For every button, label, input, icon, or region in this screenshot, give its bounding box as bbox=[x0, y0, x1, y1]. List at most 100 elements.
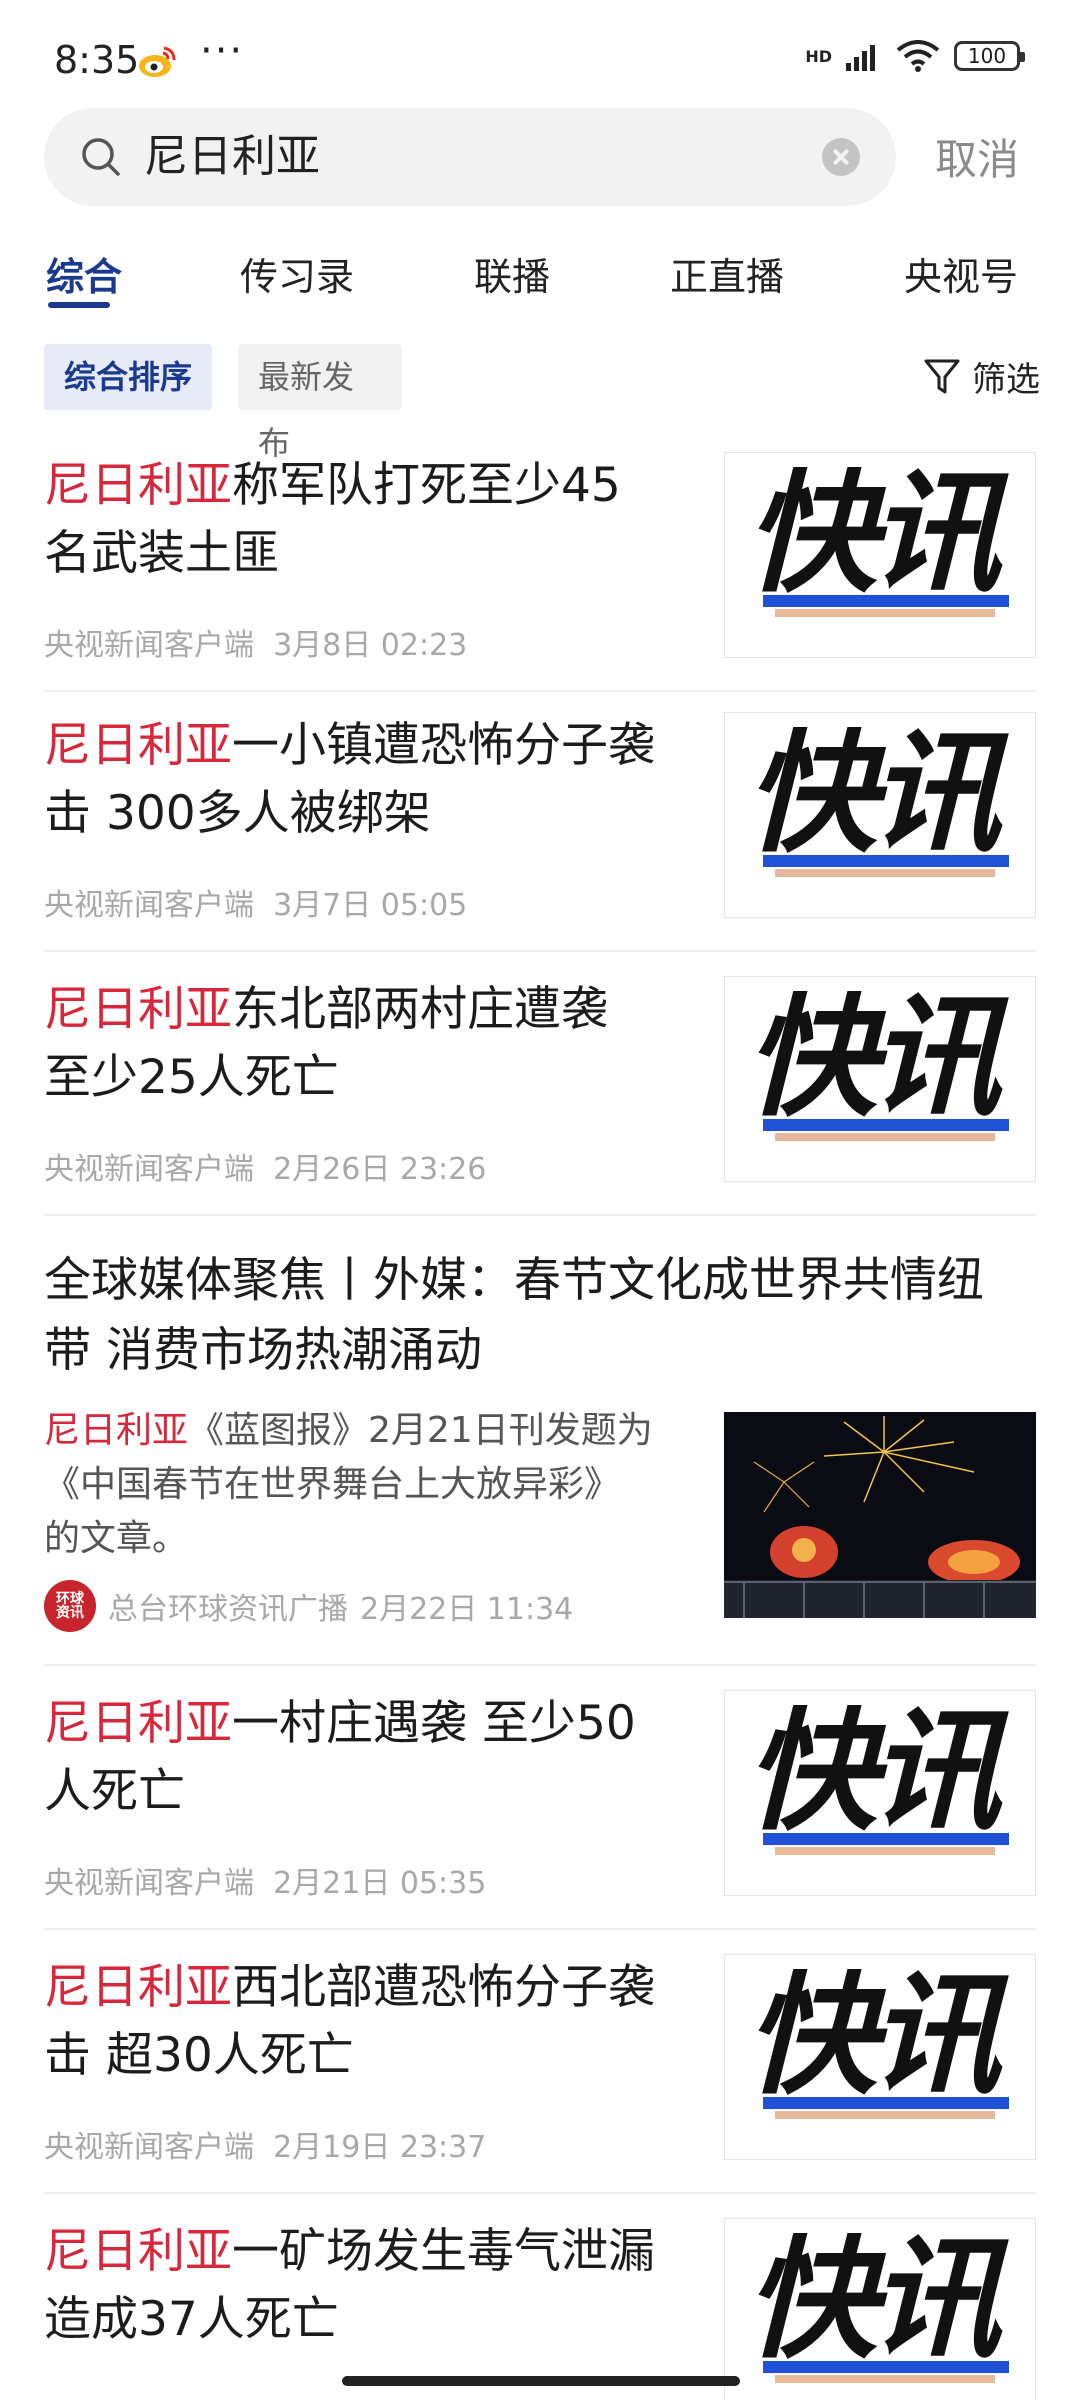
title-text: 人死亡 bbox=[44, 1764, 185, 1819]
news-time: 3月7日 05:05 bbox=[273, 888, 468, 923]
news-item[interactable]: 尼日利亚一矿场发生毒气泄漏 造成37人死亡 快讯 bbox=[44, 2218, 1036, 2400]
kuaixun-logo-image: 快讯 bbox=[745, 1705, 1017, 1855]
news-source: 央视新闻客户端 bbox=[44, 1152, 254, 1187]
logo-text: 快讯 bbox=[745, 2233, 1009, 2377]
category-tabs: 综合 传习录 联播 正直播 央视号 bbox=[0, 236, 1080, 316]
news-item[interactable]: 尼日利亚一小镇遭恐怖分子袭击 300多人被绑架 央视新闻客户端 3月7日 05:… bbox=[44, 712, 1036, 924]
battery-level: 100 bbox=[967, 44, 1007, 68]
news-title: 尼日利亚一小镇遭恐怖分子袭击 300多人被绑架 bbox=[44, 712, 694, 848]
search-input[interactable]: 尼日利亚 bbox=[144, 128, 320, 186]
fireworks-image bbox=[724, 1412, 1036, 1618]
news-time: 2月21日 05:35 bbox=[273, 1866, 487, 1901]
source-logo-text: 资讯 bbox=[56, 1605, 84, 1621]
news-meta: 央视新闻客户端 2月21日 05:35 bbox=[44, 1858, 486, 1902]
filter-button[interactable]: 筛选 bbox=[924, 352, 1040, 401]
tab-lianbo[interactable]: 联播 bbox=[474, 246, 550, 301]
keyword-highlight: 尼日利亚 bbox=[44, 458, 232, 513]
news-time: 2月22日 11:34 bbox=[360, 1592, 574, 1627]
weibo-icon bbox=[139, 46, 176, 77]
wifi-icon bbox=[896, 40, 940, 72]
news-title: 尼日利亚西北部遭恐怖分子袭击 超30人死亡 bbox=[44, 1954, 694, 2090]
news-thumbnail: 快讯 bbox=[724, 712, 1036, 918]
title-text: 西北部遭恐怖分子袭 bbox=[232, 1960, 655, 2015]
news-title: 尼日利亚一村庄遇袭 至少50 人死亡 bbox=[44, 1690, 694, 1826]
news-meta: 央视新闻客户端 2月19日 23:37 bbox=[44, 2122, 486, 2166]
title-text: 击 300多人被绑架 bbox=[44, 786, 431, 841]
title-text: 一村庄遇袭 至少50 bbox=[232, 1696, 636, 1751]
news-meta: 央视新闻客户端 3月7日 05:05 bbox=[44, 880, 467, 924]
summary-text: 《中国春节在世界舞台上大放异彩》 bbox=[44, 1464, 621, 1505]
news-time: 3月8日 02:23 bbox=[273, 628, 468, 663]
featured-title: 全球媒体聚焦丨外媒：春节文化成世界共情纽带 消费市场热潮涌动 bbox=[44, 1246, 1036, 1386]
tab-live[interactable]: 正直播 bbox=[670, 246, 784, 301]
sort-comprehensive-button[interactable]: 综合排序 bbox=[44, 344, 212, 410]
title-text: 击 超30人死亡 bbox=[44, 2028, 354, 2083]
title-text: 带 消费市场热潮涌动 bbox=[44, 1323, 482, 1378]
news-item[interactable]: 尼日利亚一村庄遇袭 至少50 人死亡 央视新闻客户端 2月21日 05:35 快讯 bbox=[44, 1690, 1036, 1902]
source-logo: 环球 资讯 bbox=[44, 1580, 96, 1632]
news-source: 央视新闻客户端 bbox=[44, 888, 254, 923]
logo-text: 快讯 bbox=[745, 467, 1009, 611]
divider bbox=[44, 1214, 1036, 1216]
news-thumbnail: 快讯 bbox=[724, 976, 1036, 1182]
status-bar: 8:35 ··· HD 100 bbox=[0, 0, 1080, 120]
featured-summary: 尼日利亚《蓝图报》2月21日刊发题为《中国春节在世界舞台上大放异彩》 的文章。 bbox=[44, 1404, 684, 1566]
summary-text: 的文章。 bbox=[44, 1518, 189, 1559]
cancel-button[interactable]: 取消 bbox=[935, 126, 1019, 187]
divider bbox=[44, 690, 1036, 692]
filter-label: 筛选 bbox=[972, 360, 1040, 400]
featured-meta: 环球 资讯 总台环球资讯广播 2月22日 11:34 bbox=[44, 1580, 573, 1632]
keyword-highlight: 尼日利亚 bbox=[44, 1960, 232, 2015]
news-title: 尼日利亚东北部两村庄遭袭至少25人死亡 bbox=[44, 976, 694, 1112]
tab-comprehensive[interactable]: 综合 bbox=[46, 246, 122, 301]
news-title: 尼日利亚称军队打死至少45 名武装土匪 bbox=[44, 452, 694, 588]
kuaixun-logo-image: 快讯 bbox=[745, 991, 1017, 1141]
title-text: 称军队打死至少45 bbox=[232, 458, 621, 513]
news-item[interactable]: 尼日利亚东北部两村庄遭袭 至少25人死亡 央视新闻客户端 2月26日 23:26 … bbox=[44, 976, 1036, 1188]
kuaixun-logo-image: 快讯 bbox=[745, 467, 1017, 617]
keyword-highlight: 尼日利亚 bbox=[44, 718, 232, 773]
clear-search-icon[interactable] bbox=[822, 138, 860, 176]
logo-text: 快讯 bbox=[745, 991, 1009, 1135]
news-thumbnail: 快讯 bbox=[724, 2218, 1036, 2400]
summary-text: 《蓝图报》2月21日刊发题为 bbox=[188, 1410, 653, 1451]
news-item[interactable]: 尼日利亚称军队打死至少45 名武装土匪 央视新闻客户端 3月8日 02:23 快讯 bbox=[44, 452, 1036, 664]
news-title: 尼日利亚一矿场发生毒气泄漏 造成37人死亡 bbox=[44, 2218, 694, 2354]
keyword-highlight: 尼日利亚 bbox=[44, 1410, 189, 1451]
news-time: 2月26日 23:26 bbox=[273, 1152, 487, 1187]
news-meta: 央视新闻客户端 3月8日 02:23 bbox=[44, 620, 467, 664]
home-indicator[interactable] bbox=[342, 2376, 740, 2386]
keyword-highlight: 尼日利亚 bbox=[44, 982, 232, 1037]
title-text: 名武装土匪 bbox=[44, 526, 279, 581]
logo-text: 快讯 bbox=[745, 1969, 1009, 2113]
title-text: 一小镇遭恐怖分子袭 bbox=[232, 718, 655, 773]
news-source: 总台环球资讯广播 bbox=[108, 1592, 348, 1627]
news-thumbnail: 快讯 bbox=[724, 1690, 1036, 1896]
title-text: 造成37人死亡 bbox=[44, 2292, 339, 2347]
news-item[interactable]: 尼日利亚西北部遭恐怖分子袭击 超30人死亡 央视新闻客户端 2月19日 23:3… bbox=[44, 1954, 1036, 2166]
kuaixun-logo-image: 快讯 bbox=[745, 727, 1017, 877]
logo-text: 快讯 bbox=[745, 1705, 1009, 1849]
more-notifications-icon: ··· bbox=[200, 28, 245, 74]
news-thumbnail: 快讯 bbox=[724, 1954, 1036, 2160]
keyword-highlight: 尼日利亚 bbox=[44, 1696, 232, 1751]
sort-latest-button[interactable]: 最新发布 bbox=[238, 344, 402, 462]
divider bbox=[44, 1928, 1036, 1930]
tab-chuanxilu[interactable]: 传习录 bbox=[240, 246, 354, 301]
news-source: 央视新闻客户端 bbox=[44, 1866, 254, 1901]
active-tab-indicator bbox=[48, 302, 110, 308]
title-text: 东北部两村庄遭袭 bbox=[232, 982, 608, 1037]
news-time: 2月19日 23:37 bbox=[273, 2130, 487, 2165]
title-text: 至少25人死亡 bbox=[44, 1050, 339, 1105]
kuaixun-logo-image: 快讯 bbox=[745, 1969, 1017, 2119]
search-bar[interactable]: 尼日利亚 bbox=[44, 108, 896, 206]
search-icon bbox=[82, 138, 120, 176]
signal-icon bbox=[846, 45, 875, 71]
battery-icon: 100 bbox=[954, 41, 1025, 71]
filter-icon bbox=[924, 359, 960, 393]
keyword-highlight: 尼日利亚 bbox=[44, 2224, 232, 2279]
tab-cctv-account[interactable]: 央视号 bbox=[904, 246, 1018, 301]
kuaixun-logo-image: 快讯 bbox=[745, 2233, 1017, 2383]
news-source: 央视新闻客户端 bbox=[44, 628, 254, 663]
status-time: 8:35 bbox=[54, 38, 140, 82]
